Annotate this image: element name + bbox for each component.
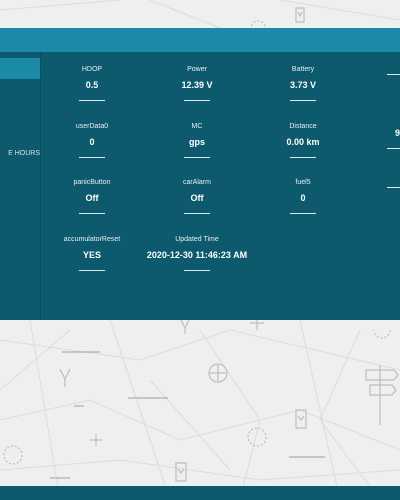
metric-value: 3.73 V bbox=[289, 80, 317, 90]
metric-underline bbox=[184, 213, 210, 214]
top-header-bar bbox=[0, 28, 400, 52]
metric-value: 12.39 V bbox=[181, 80, 213, 90]
metric-label: Battery bbox=[291, 66, 315, 73]
metric-cut-off-2: 90 bbox=[345, 122, 400, 149]
metric-value: 0 bbox=[300, 193, 306, 203]
metric-value: 90 bbox=[394, 128, 400, 138]
metric-label: MC bbox=[191, 123, 203, 130]
metric-underline bbox=[290, 213, 316, 214]
metric-label: carAlarm bbox=[182, 179, 211, 186]
sidebar-active-item[interactable] bbox=[0, 58, 40, 79]
metric-value: 0 bbox=[89, 137, 95, 147]
metric-accumulator-reset: accumulatorReset YES bbox=[37, 235, 147, 271]
metric-mc: MC gps bbox=[142, 122, 252, 158]
bottom-bar bbox=[0, 486, 400, 500]
metric-car-alarm: carAlarm Off bbox=[142, 178, 252, 214]
metric-underline bbox=[387, 74, 400, 75]
metric-cut-off-1 bbox=[345, 65, 400, 75]
metric-label: panicButton bbox=[73, 179, 111, 186]
metric-label: Distance bbox=[289, 123, 317, 130]
metric-label: Power bbox=[187, 66, 207, 73]
sidebar-item-hours-label[interactable]: E HOURS bbox=[0, 150, 40, 157]
metric-power: Power 12.39 V bbox=[142, 65, 252, 101]
metric-label: accumulatorReset bbox=[63, 236, 121, 243]
metric-value: Off bbox=[85, 193, 99, 203]
metric-underline bbox=[79, 100, 105, 101]
metric-value: YES bbox=[82, 250, 101, 260]
metric-value: Off bbox=[190, 193, 204, 203]
metric-value: gps bbox=[188, 137, 205, 147]
metric-battery: Battery 3.73 V bbox=[248, 65, 358, 101]
metric-label: Updated Time bbox=[175, 236, 219, 243]
metric-hdop: HDOP 0.5 bbox=[37, 65, 147, 101]
metric-underline bbox=[79, 270, 105, 271]
metric-label: userData0 bbox=[75, 123, 109, 130]
metric-fuel5: fuel5 0 bbox=[248, 178, 358, 214]
metric-value: 0.5 bbox=[85, 80, 99, 90]
metric-underline bbox=[79, 213, 105, 214]
metric-underline bbox=[79, 157, 105, 158]
metric-underline bbox=[387, 187, 400, 188]
metric-label: fuel5 bbox=[295, 179, 311, 186]
metric-value: 2020-12-30 11:46:23 AM bbox=[146, 250, 248, 260]
metric-underline bbox=[290, 100, 316, 101]
metric-userdata0: userData0 0 bbox=[37, 122, 147, 158]
metric-underline bbox=[387, 148, 400, 149]
metric-underline bbox=[290, 157, 316, 158]
metric-underline bbox=[184, 270, 210, 271]
metric-value: 0.00 km bbox=[286, 137, 320, 147]
metric-cut-off-3 bbox=[345, 178, 400, 188]
metric-label: HDOP bbox=[81, 66, 103, 73]
details-panel: E HOURS HDOP 0.5 Power 12.39 V Battery 3… bbox=[0, 52, 400, 320]
sidebar: E HOURS bbox=[0, 52, 41, 320]
metric-underline bbox=[184, 100, 210, 101]
metric-underline bbox=[184, 157, 210, 158]
metric-distance: Distance 0.00 km bbox=[248, 122, 358, 158]
metric-panic-button: panicButton Off bbox=[37, 178, 147, 214]
metric-updated-time: Updated Time 2020-12-30 11:46:23 AM bbox=[142, 235, 252, 271]
